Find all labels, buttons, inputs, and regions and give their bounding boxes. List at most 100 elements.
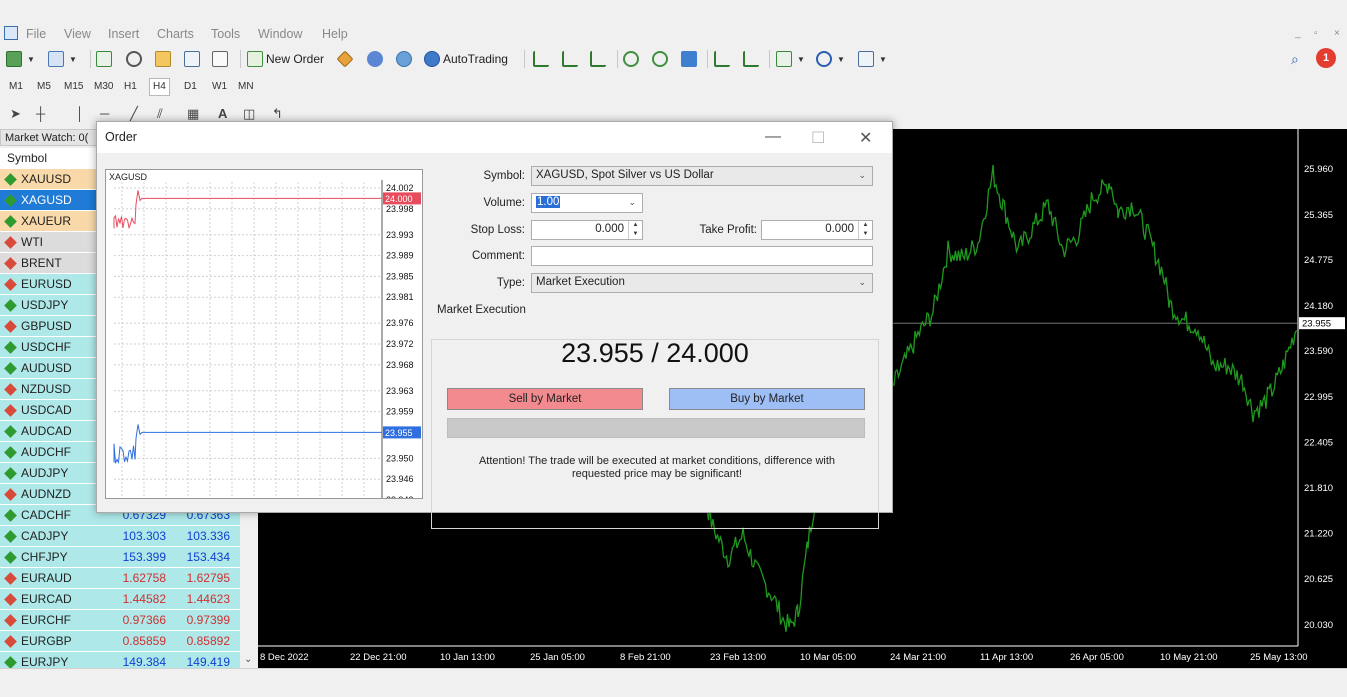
dialog-close-icon[interactable]: ✕ bbox=[859, 128, 872, 148]
down-arrow-icon bbox=[4, 403, 17, 417]
tick-chart-price-label: 23.985 bbox=[386, 271, 414, 281]
vertical-line-icon[interactable]: │ bbox=[76, 106, 84, 121]
scroll-down-icon[interactable]: ⌄ bbox=[244, 654, 252, 665]
bid-price: 0.97366 bbox=[122, 613, 166, 627]
chevron-down-icon: ⌄ bbox=[858, 277, 866, 287]
symbol-name: AUDCHF bbox=[21, 445, 71, 459]
tf-m1[interactable]: M1 bbox=[6, 79, 26, 95]
menu-file[interactable]: File bbox=[26, 27, 46, 41]
text-label-icon[interactable]: ◫ bbox=[243, 106, 255, 122]
tf-m5[interactable]: M5 bbox=[34, 79, 54, 95]
horizontal-line-icon[interactable]: ─ bbox=[100, 106, 109, 121]
tf-w1[interactable]: W1 bbox=[209, 79, 230, 95]
stoploss-label: Stop Loss: bbox=[470, 224, 525, 236]
tf-mn[interactable]: MN bbox=[235, 79, 257, 95]
dialog-minimize-icon[interactable]: — bbox=[765, 128, 781, 146]
menu-view[interactable]: View bbox=[64, 27, 91, 41]
new-chart-icon bbox=[6, 51, 22, 67]
menu-window[interactable]: Window bbox=[258, 27, 302, 41]
terminal-button[interactable] bbox=[184, 49, 203, 69]
timeframe-bar: M1 M5 M15 M30 H1 H4 D1 W1 MN bbox=[0, 76, 1347, 98]
autotrading-button[interactable]: AutoTrading bbox=[424, 49, 508, 69]
market-watch-row[interactable]: EURCHF 0.97366 0.97399 bbox=[0, 610, 240, 631]
bid-price: 1.44582 bbox=[122, 592, 166, 606]
cursor-icon[interactable]: ➤ bbox=[10, 106, 21, 122]
col-symbol[interactable]: Symbol bbox=[7, 151, 47, 165]
current-price-label: 23.955 bbox=[1302, 319, 1331, 330]
arrows-icon[interactable]: ↰ bbox=[272, 106, 283, 122]
menu-insert[interactable]: Insert bbox=[108, 27, 139, 41]
metaeditor-button[interactable] bbox=[336, 49, 354, 69]
data-window-button[interactable] bbox=[126, 49, 145, 69]
symbol-select[interactable]: XAGUSD, Spot Silver vs US Dollar ⌄ bbox=[531, 166, 873, 186]
stoploss-input[interactable]: 0.000 ▲ ▼ bbox=[531, 220, 643, 240]
new-order-button[interactable]: New Order bbox=[247, 49, 324, 69]
symbol-name: EURUSD bbox=[21, 277, 72, 291]
volume-input[interactable]: 1.00 ⌄ bbox=[531, 193, 643, 213]
templates-button[interactable]: ▼ bbox=[858, 49, 887, 69]
notifications-button[interactable]: 1 bbox=[1316, 48, 1336, 68]
navigator-button[interactable] bbox=[155, 49, 174, 69]
takeprofit-input[interactable]: 0.000 ▲ ▼ bbox=[761, 220, 873, 240]
trendline-icon[interactable]: ╱ bbox=[130, 106, 138, 122]
tile-windows-button[interactable] bbox=[681, 49, 700, 69]
market-watch-row[interactable]: EURGBP 0.85859 0.85892 bbox=[0, 631, 240, 652]
buy-by-market-button[interactable]: Buy by Market bbox=[669, 388, 865, 410]
bid-price: 149.384 bbox=[122, 655, 166, 668]
line-chart-button[interactable] bbox=[590, 49, 609, 69]
market-watch-row[interactable]: EURJPY 149.384 149.419 bbox=[0, 652, 240, 668]
market-watch-row[interactable]: CADJPY 103.303 103.336 bbox=[0, 526, 240, 547]
stoploss-spinner[interactable]: ▲ ▼ bbox=[628, 221, 642, 239]
signals-button[interactable] bbox=[367, 49, 386, 69]
ask-price: 1.62795 bbox=[186, 571, 230, 585]
channel-icon[interactable]: ⫽ bbox=[157, 106, 163, 122]
bar-chart-button[interactable] bbox=[533, 49, 552, 69]
up-arrow-icon bbox=[4, 172, 17, 186]
search-icon: ⌕ bbox=[1291, 50, 1299, 67]
profiles-button[interactable]: ▼ bbox=[48, 49, 77, 69]
indicators-button[interactable]: ▼ bbox=[776, 49, 805, 69]
minimize-icon[interactable]: _ bbox=[1295, 28, 1301, 39]
comment-input[interactable] bbox=[531, 246, 873, 266]
candlestick-button[interactable] bbox=[562, 49, 581, 69]
sell-by-market-button[interactable]: Sell by Market bbox=[447, 388, 643, 410]
menu-charts[interactable]: Charts bbox=[157, 27, 194, 41]
tf-m15[interactable]: M15 bbox=[61, 79, 86, 95]
crosshair-tool-icon[interactable]: ┼ bbox=[36, 106, 45, 121]
new-chart-button[interactable]: ▼ bbox=[6, 49, 35, 69]
row-symbol: CHFJPY bbox=[4, 550, 68, 564]
market-watch-row[interactable]: EURCAD 1.44582 1.44623 bbox=[0, 589, 240, 610]
market-watch-button[interactable] bbox=[96, 49, 115, 69]
vps-button[interactable] bbox=[396, 49, 415, 69]
market-watch-row[interactable]: EURAUD 1.62758 1.62795 bbox=[0, 568, 240, 589]
tick-chart-price-label: 23.972 bbox=[386, 339, 414, 349]
zoom-in-button[interactable] bbox=[623, 49, 642, 69]
type-select[interactable]: Market Execution ⌄ bbox=[531, 273, 873, 293]
app-icon bbox=[4, 26, 18, 40]
strategy-tester-button[interactable] bbox=[212, 49, 231, 69]
tf-m30[interactable]: M30 bbox=[91, 79, 116, 95]
menu-tools[interactable]: Tools bbox=[211, 27, 240, 41]
dialog-maximize-icon: ☐ bbox=[811, 130, 826, 147]
tick-chart-price-label: 23.963 bbox=[386, 386, 414, 396]
periods-button[interactable]: ▼ bbox=[816, 49, 845, 69]
chart-shift-button[interactable] bbox=[743, 49, 762, 69]
price-tick-label: 24.775 bbox=[1304, 255, 1333, 266]
attention-message: Attention! The trade will be executed at… bbox=[478, 455, 836, 480]
restore-icon[interactable]: ▫ bbox=[1314, 28, 1318, 39]
tf-d1[interactable]: D1 bbox=[181, 79, 200, 95]
close-icon[interactable]: × bbox=[1334, 28, 1340, 39]
market-watch-row[interactable]: CHFJPY 153.399 153.434 bbox=[0, 547, 240, 568]
date-tick-label: 25 May 13:00 bbox=[1250, 652, 1308, 663]
search-button[interactable]: ⌕ bbox=[1291, 49, 1299, 69]
zoom-out-button[interactable] bbox=[652, 49, 671, 69]
takeprofit-spinner[interactable]: ▲ ▼ bbox=[858, 221, 872, 239]
menu-help[interactable]: Help bbox=[322, 27, 348, 41]
text-tool-icon[interactable]: A bbox=[218, 106, 227, 121]
autoscroll-button[interactable] bbox=[714, 49, 733, 69]
fibonacci-icon[interactable]: ▦ bbox=[187, 106, 199, 122]
tf-h4[interactable]: H4 bbox=[149, 78, 170, 96]
up-arrow-icon bbox=[4, 193, 17, 207]
tf-h1[interactable]: H1 bbox=[121, 79, 140, 95]
tick-chart-price-label: 23.950 bbox=[386, 453, 414, 463]
